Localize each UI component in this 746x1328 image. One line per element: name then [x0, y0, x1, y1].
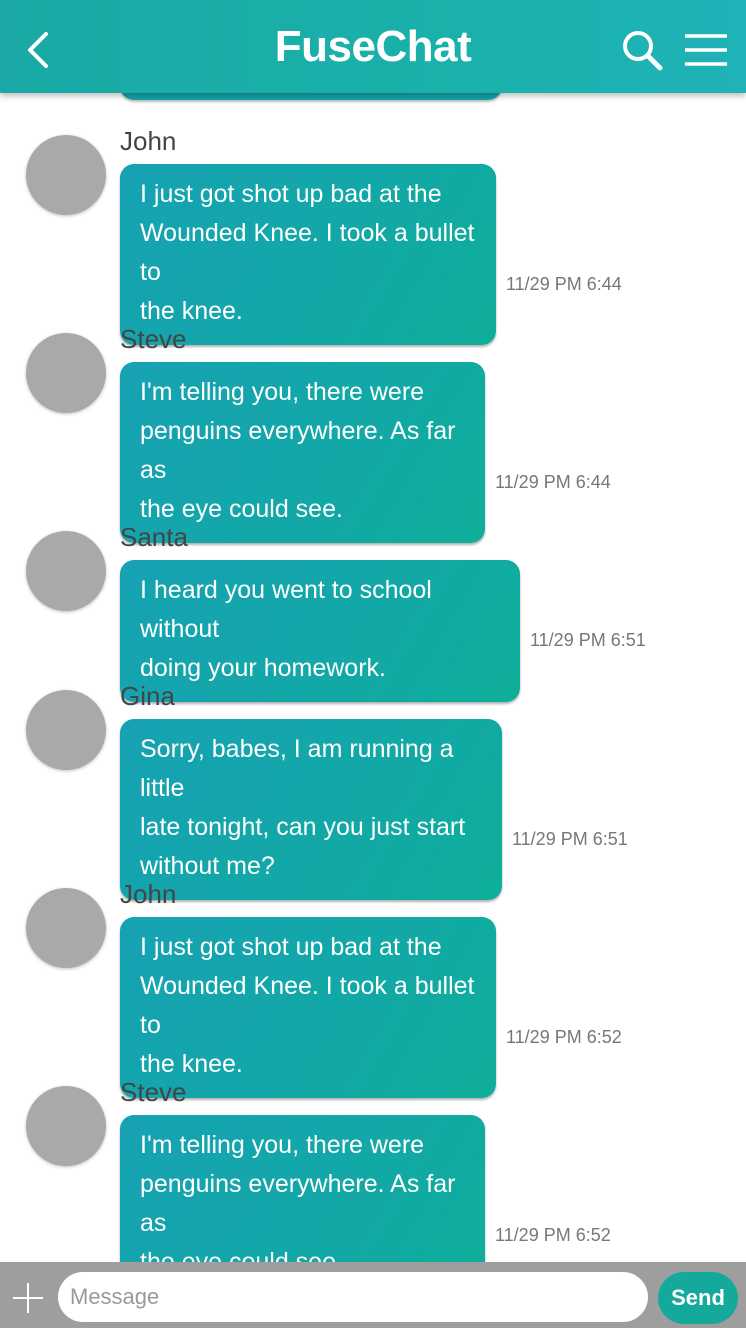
message-line: Wounded Knee. I took a bullet to	[140, 219, 475, 286]
message-line: penguins everywhere. As far as	[140, 1170, 456, 1237]
avatar[interactable]	[26, 135, 106, 215]
avatar[interactable]	[26, 888, 106, 968]
message-bubble[interactable]: I heard you went to school without doing…	[120, 560, 520, 702]
avatar[interactable]	[26, 1086, 106, 1166]
message-line: without me?	[140, 852, 275, 880]
message-timestamp: 11/29 PM 6:52	[506, 1027, 622, 1047]
message-line: Wounded Knee. I took a bullet to	[140, 972, 475, 1039]
message-input[interactable]	[58, 1272, 648, 1322]
message-bubble[interactable]: Sorry, babes, I am running a little late…	[120, 719, 502, 900]
chat-messages-list[interactable]: John I just got shot up bad at the Wound…	[0, 93, 746, 1262]
message-bubble[interactable]: I'm telling you, there were penguins eve…	[120, 1115, 485, 1262]
message-timestamp: 11/29 PM 6:51	[512, 829, 628, 849]
sender-name: John	[120, 126, 177, 156]
sender-name: John	[120, 879, 177, 909]
hamburger-menu-icon	[685, 34, 727, 66]
send-button[interactable]: Send	[658, 1272, 738, 1324]
avatar[interactable]	[26, 333, 106, 413]
message-line: the eye could see.	[140, 495, 343, 523]
message-line: the knee.	[140, 1050, 243, 1078]
message-line: I heard you went to school without	[140, 576, 432, 643]
search-button[interactable]	[618, 26, 666, 74]
message-bubble[interactable]: I just got shot up bad at the Wounded Kn…	[120, 917, 496, 1098]
message-composer: Send	[0, 1262, 746, 1328]
message-bubble[interactable]: I'm telling you, there were penguins eve…	[120, 362, 485, 543]
message-line: penguins everywhere. As far as	[140, 417, 456, 484]
sender-name: Steve	[120, 1077, 187, 1107]
message-line: the eye could see.	[140, 1248, 343, 1262]
app-header: FuseChat	[0, 0, 746, 93]
search-icon	[623, 31, 663, 71]
add-attachment-button[interactable]	[10, 1280, 46, 1316]
message-line: I just got shot up bad at the	[140, 933, 442, 961]
message-line: doing your homework.	[140, 654, 386, 682]
message-line: late tonight, can you just start	[140, 813, 466, 841]
message-line: I'm telling you, there were	[140, 1131, 425, 1159]
menu-button[interactable]	[682, 28, 730, 72]
message-timestamp: 11/29 PM 6:51	[530, 630, 646, 650]
message-line: the knee.	[140, 297, 243, 325]
message-bubble[interactable]: I just got shot up bad at the Wounded Kn…	[120, 164, 496, 345]
sender-name: Steve	[120, 324, 187, 354]
message-line: I just got shot up bad at the	[140, 180, 442, 208]
message-line: I'm telling you, there were	[140, 378, 425, 406]
sender-name: Gina	[120, 681, 175, 711]
avatar[interactable]	[26, 531, 106, 611]
message-bubble-partial	[120, 93, 502, 100]
sender-name: Santa	[120, 522, 188, 552]
message-line: Sorry, babes, I am running a little	[140, 735, 454, 802]
message-timestamp: 11/29 PM 6:44	[495, 472, 611, 492]
avatar[interactable]	[26, 690, 106, 770]
message-timestamp: 11/29 PM 6:52	[495, 1225, 611, 1245]
message-timestamp: 11/29 PM 6:44	[506, 274, 622, 294]
plus-icon	[13, 1283, 43, 1313]
